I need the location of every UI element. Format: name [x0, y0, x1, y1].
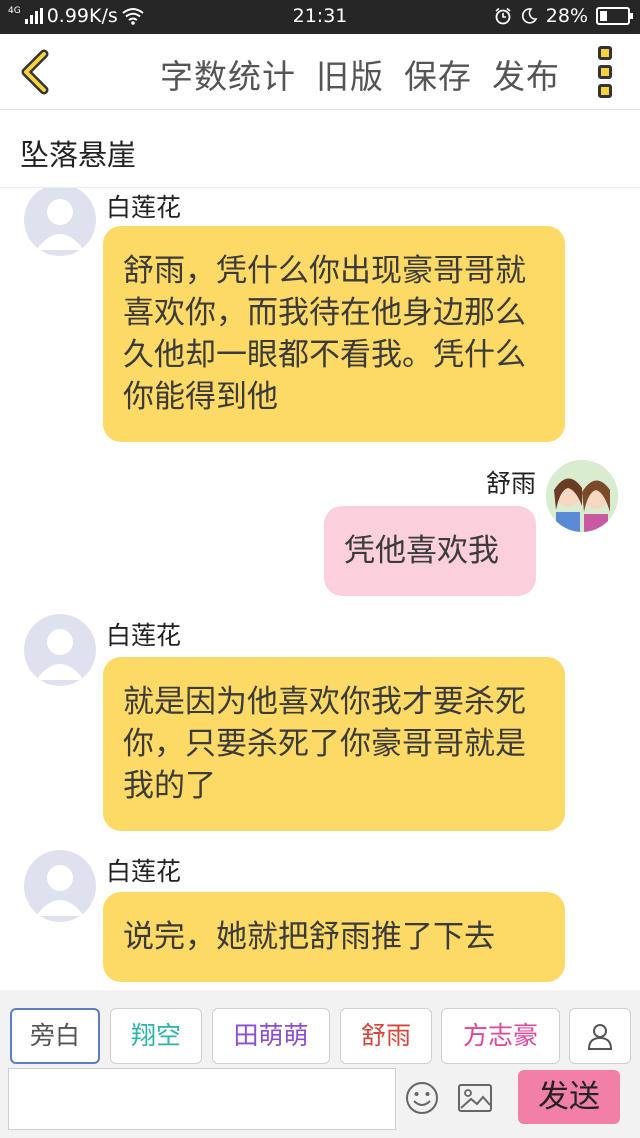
- story-title-row[interactable]: 坠落悬崖: [0, 110, 640, 188]
- input-bar: 发送: [0, 1064, 640, 1138]
- character-fangzhihao[interactable]: 方志豪: [441, 1008, 560, 1064]
- battery-icon: [596, 7, 633, 25]
- word-count-button[interactable]: 字数统计: [160, 50, 296, 98]
- status-right: 28%: [494, 5, 633, 27]
- user-icon: [587, 1024, 613, 1050]
- status-bar: 4G 0.99K/s 21:31 28%: [0, 0, 640, 34]
- character-shuyu[interactable]: 舒雨: [340, 1008, 432, 1064]
- character-avatar-icon[interactable]: [546, 460, 618, 532]
- message-input[interactable]: [8, 1068, 396, 1130]
- character-label: 旁白: [29, 1021, 80, 1050]
- old-version-button[interactable]: 旧版: [316, 50, 384, 98]
- message-bubble[interactable]: 舒雨，凭什么你出现豪哥哥就喜欢你，而我待在他身边那么久他却一眼都不看我。凭什么你…: [103, 226, 565, 442]
- battery-percent: 28%: [545, 5, 588, 27]
- character-selector: 旁白 翔空 田萌萌 舒雨 方志豪: [0, 990, 640, 1064]
- more-dot-icon: [598, 46, 612, 60]
- more-menu-button[interactable]: [598, 46, 614, 98]
- character-label: 方志豪: [462, 1021, 538, 1050]
- emoji-button[interactable]: [404, 1080, 440, 1116]
- chat-area[interactable]: 白莲花 舒雨，凭什么你出现豪哥哥就喜欢你，而我待在他身边那么久他却一眼都不看我。…: [0, 188, 640, 988]
- more-dot-icon: [598, 84, 612, 98]
- default-avatar-icon[interactable]: [24, 850, 96, 922]
- add-character-button[interactable]: [569, 1008, 631, 1064]
- chevron-left-icon: [21, 49, 49, 95]
- more-dot-icon: [598, 65, 612, 79]
- character-narrator[interactable]: 旁白: [10, 1008, 100, 1064]
- message-bubble[interactable]: 说完，她就把舒雨推了下去: [103, 892, 565, 982]
- image-icon: [458, 1084, 492, 1112]
- default-avatar-icon[interactable]: [24, 188, 96, 256]
- publish-button[interactable]: 发布: [492, 50, 560, 98]
- image-button[interactable]: [457, 1080, 493, 1116]
- back-button[interactable]: [14, 48, 58, 96]
- toolbar-actions: 字数统计 旧版 保存 发布: [160, 50, 560, 98]
- speaker-name: 舒雨: [485, 469, 536, 498]
- story-title: 坠落悬崖: [20, 138, 137, 172]
- moon-icon: [521, 8, 538, 24]
- character-label: 舒雨: [360, 1021, 411, 1050]
- character-tianmengmeng[interactable]: 田萌萌: [212, 1008, 330, 1064]
- message-bubble[interactable]: 就是因为他喜欢你我才要杀死你，只要杀死了你豪哥哥就是我的了: [103, 657, 565, 831]
- character-xiangkong[interactable]: 翔空: [110, 1008, 202, 1064]
- character-label: 翔空: [130, 1021, 181, 1050]
- message-bubble[interactable]: 凭他喜欢我: [324, 506, 536, 596]
- character-label: 田萌萌: [233, 1021, 309, 1050]
- alarm-icon: [495, 7, 511, 25]
- emoji-icon: [406, 1082, 438, 1114]
- save-button[interactable]: 保存: [404, 50, 472, 98]
- speaker-name: 白莲花: [106, 193, 182, 222]
- default-avatar-icon[interactable]: [24, 614, 96, 686]
- speaker-name: 白莲花: [106, 621, 182, 650]
- send-button[interactable]: 发送: [518, 1070, 620, 1124]
- speaker-name: 白莲花: [106, 857, 182, 886]
- top-toolbar: 字数统计 旧版 保存 发布: [0, 34, 640, 110]
